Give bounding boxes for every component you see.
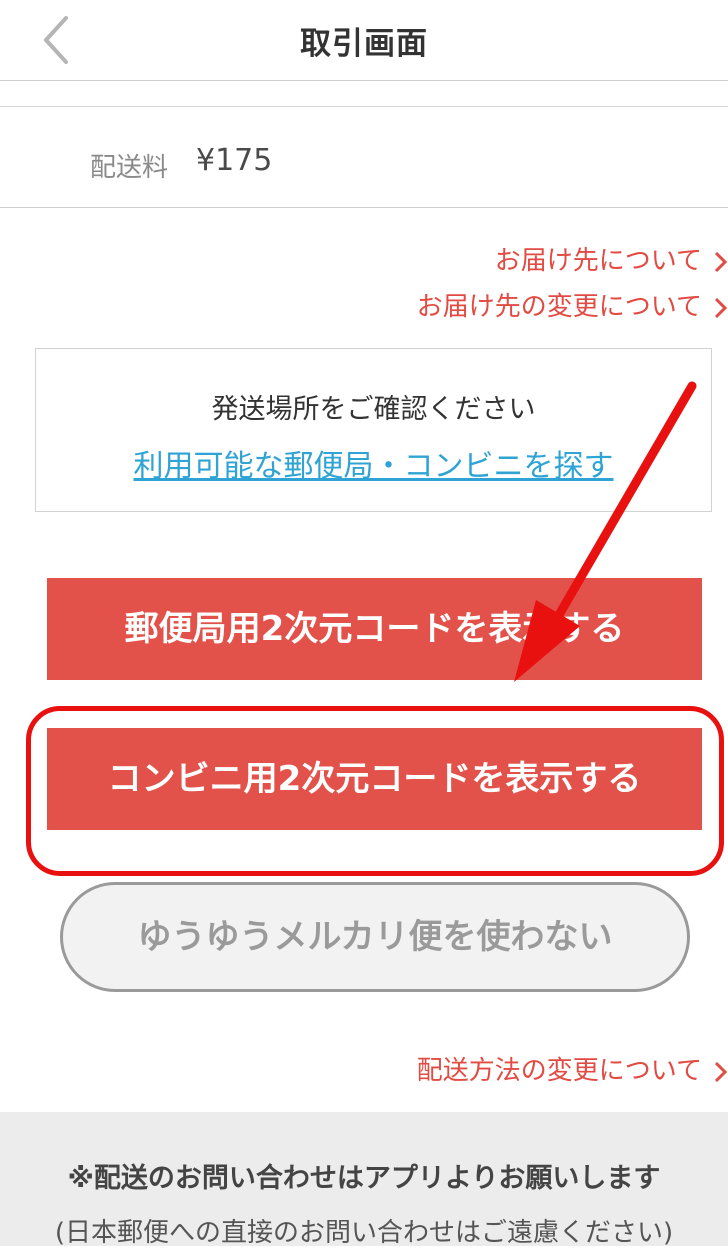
footer: ※配送のお問い合わせはアプリよりお願いします (日本郵便への直接のお問い合わせは… — [0, 1112, 728, 1248]
address-change-link-label: お届け先の変更について — [416, 292, 702, 322]
shipping-fee-row: 配送料 ¥175 — [0, 107, 728, 208]
shipping-method-change-link[interactable]: 配送方法の変更について — [417, 1050, 728, 1087]
shipping-method-change-link-label: 配送方法の変更について — [416, 1056, 702, 1086]
dont-use-yuyu-button[interactable]: ゆうゆうメルカリ便を使わない — [60, 882, 690, 992]
chevron-right-icon — [708, 296, 728, 320]
chevron-right-icon — [708, 1060, 728, 1084]
shipping-fee-label: 配送料 — [90, 153, 169, 183]
chevron-right-icon — [708, 250, 728, 274]
page-title: 取引画面 — [300, 26, 428, 62]
footer-sub-notice: (日本郵便への直接のお問い合わせはご遠慮ください) — [54, 1218, 674, 1248]
post-office-code-button[interactable]: 郵便局用2次元コードを表示する — [47, 578, 702, 680]
footer-notice: ※配送のお問い合わせはアプリよりお願いします — [67, 1163, 661, 1194]
shipping-fee-value: ¥175 — [196, 143, 273, 178]
shipping-location-box: 発送場所をご確認ください 利用可能な郵便局・コンビニを探す — [35, 348, 712, 512]
header: 取引画面 — [0, 0, 728, 81]
address-info-link[interactable]: お届け先について — [495, 240, 728, 277]
location-prompt: 発送場所をご確認ください — [211, 394, 536, 425]
address-info-link-label: お届け先について — [494, 246, 702, 276]
highlight-annotation — [26, 706, 724, 876]
find-location-link[interactable]: 利用可能な郵便局・コンビニを探す — [36, 441, 711, 485]
address-change-link[interactable]: お届け先の変更について — [417, 286, 728, 323]
